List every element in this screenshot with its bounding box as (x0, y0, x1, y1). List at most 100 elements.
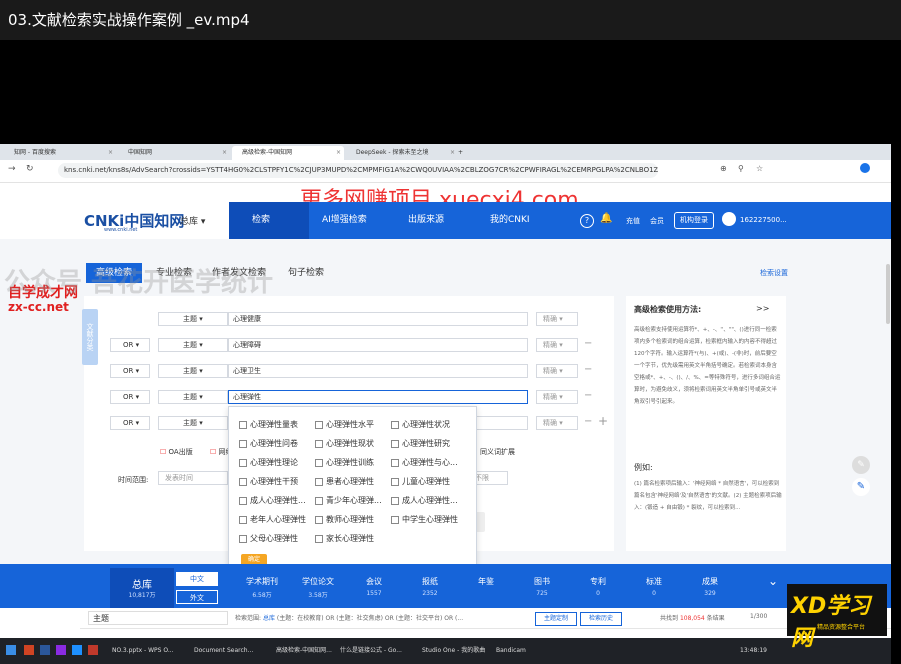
suggestion-item[interactable]: 家长心理弹性 (315, 533, 374, 544)
logic-select[interactable]: OR ▾ (110, 364, 150, 378)
match-select[interactable]: 精确 ▾ (536, 338, 578, 352)
remove-row-icon[interactable]: − (584, 364, 592, 375)
theme-custom-button[interactable]: 主题定制 (535, 612, 577, 626)
recharge-link[interactable]: 充值 (626, 216, 640, 226)
taskbar-item[interactable]: 高级检索-中国知网... (276, 644, 336, 658)
lang-chinese-tab[interactable]: 中文 (176, 572, 218, 586)
suggestion-item[interactable]: 父母心理弹性 (239, 533, 298, 544)
tab-sentence-search[interactable]: 句子检索 (288, 263, 324, 283)
taskbar-item[interactable]: NO.3.pptx - WPS O... (112, 644, 190, 658)
add-row-icon[interactable]: + (598, 414, 608, 428)
nav-my-cnki[interactable]: 我的CNKI (490, 202, 530, 239)
browser-tab[interactable]: DeepSeek - 探索未至之境 × (346, 146, 458, 160)
search-term-input[interactable]: 心理障碍 (228, 338, 528, 352)
avatar[interactable] (722, 212, 736, 226)
time-start-input[interactable]: 发表时间 (158, 471, 228, 485)
remove-row-icon[interactable]: − (584, 338, 592, 349)
star-icon[interactable]: ☆ (756, 164, 763, 173)
taskbar-item[interactable]: 什么是链接公式 - Go... (340, 644, 418, 658)
category-achievement[interactable]: 成果 (680, 576, 740, 587)
app-icon[interactable] (56, 645, 66, 655)
profile-icon[interactable] (860, 163, 870, 173)
search-term-input[interactable]: 心理卫生 (228, 364, 528, 378)
zongku-selector[interactable]: 总库 ▾ (180, 214, 205, 227)
app-icon[interactable] (72, 645, 82, 655)
logic-select[interactable]: OR ▾ (110, 390, 150, 404)
taskbar-item[interactable]: Document Search... (194, 644, 272, 658)
search-term-input-active[interactable]: 心理弹性 (228, 390, 528, 404)
match-select[interactable]: 精确 ▾ (536, 312, 578, 326)
search-term-input[interactable]: 心理健康 (228, 312, 528, 326)
category-patent[interactable]: 专利 (568, 576, 628, 587)
suggestion-item[interactable]: 成人心理弹性... (239, 495, 306, 506)
suggestion-item[interactable]: 患者心理弹性 (315, 476, 374, 487)
match-select[interactable]: 精确 ▾ (536, 390, 578, 404)
lang-foreign-tab[interactable]: 外文 (176, 590, 218, 604)
search-history-button[interactable]: 检索历史 (580, 612, 622, 626)
nav-sources[interactable]: 出版来源 (408, 202, 444, 239)
suggestion-item[interactable]: 青少年心理弹... (315, 495, 382, 506)
suggestion-item[interactable]: 教师心理弹性 (315, 514, 374, 525)
nav-ai-search[interactable]: AI增强检索 (322, 202, 367, 239)
app-icon[interactable] (88, 645, 98, 655)
start-icon[interactable] (6, 645, 16, 655)
institution-login-button[interactable]: 机构登录 (674, 212, 714, 229)
field-select[interactable]: 主题 ▾ (158, 416, 228, 430)
bell-icon[interactable]: 🔔 (600, 213, 612, 224)
chat-icon[interactable]: ✎ (852, 456, 870, 474)
install-icon[interactable]: ⊕ (720, 164, 727, 173)
zoom-icon[interactable]: ⚲ (738, 164, 744, 173)
close-icon[interactable]: × (336, 146, 341, 160)
remove-row-icon[interactable]: − (584, 390, 592, 401)
suggestion-item[interactable]: 心理弹性研究 (391, 438, 450, 449)
help-expand-icon[interactable]: >> (756, 304, 769, 313)
category-newspaper[interactable]: 报纸 (400, 576, 460, 587)
suggestion-item[interactable]: 中学生心理弹性 (391, 514, 458, 525)
app-icon[interactable] (40, 645, 50, 655)
category-standard[interactable]: 标准 (624, 576, 684, 587)
logic-select[interactable]: OR ▾ (110, 338, 150, 352)
remove-row-icon[interactable]: − (584, 416, 592, 427)
close-icon[interactable]: × (222, 146, 227, 160)
url-field[interactable]: kns.cnki.net/kns8s/AdvSearch?crossids=YS… (58, 163, 658, 178)
logic-select[interactable]: OR ▾ (110, 416, 150, 430)
category-journal[interactable]: 学术期刊 (232, 576, 292, 587)
option-synonym[interactable]: 同义词扩展 (480, 447, 515, 457)
search-settings-link[interactable]: 检索设置 (760, 263, 788, 283)
browser-tab-active[interactable]: 高级检索-中国知网 × (232, 146, 344, 160)
suggestion-item[interactable]: 心理弹性训练 (315, 457, 374, 468)
suggestion-item[interactable]: 心理弹性与心... (391, 457, 458, 468)
suggestion-item[interactable]: 心理弹性理论 (239, 457, 298, 468)
suggestion-item[interactable]: 心理弹性问卷 (239, 438, 298, 449)
suggestion-item[interactable]: 成人心理弹性... (391, 495, 458, 506)
help-icon[interactable]: ? (580, 214, 594, 228)
forward-icon[interactable]: → (8, 164, 16, 174)
suggestion-item[interactable]: 儿童心理弹性 (391, 476, 450, 487)
category-conference[interactable]: 会议 (344, 576, 404, 587)
app-icon[interactable] (24, 645, 34, 655)
new-tab-button[interactable]: + (455, 146, 469, 160)
option-oa[interactable]: ☐ OA出版 (160, 447, 193, 457)
category-yearbook[interactable]: 年鉴 (456, 576, 516, 587)
match-select[interactable]: 精确 ▾ (536, 416, 578, 430)
member-link[interactable]: 会员 (650, 216, 664, 226)
suggestion-item[interactable]: 心理弹性量表 (239, 419, 298, 430)
suggestion-item[interactable]: 心理弹性水平 (315, 419, 374, 430)
field-select[interactable]: 主题 ▾ (158, 312, 228, 326)
field-select[interactable]: 主题 ▾ (158, 364, 228, 378)
browser-tab[interactable]: 知网 - 百度搜索 × (4, 146, 116, 160)
close-icon[interactable]: × (108, 146, 113, 160)
browser-tab[interactable]: 中国知网 × (118, 146, 230, 160)
expand-categories-icon[interactable]: ⌄ (768, 574, 778, 588)
reload-icon[interactable]: ↻ (26, 164, 34, 174)
topic-filter[interactable]: 主题 (88, 611, 228, 625)
user-id[interactable]: 162227500... (740, 216, 787, 224)
suggestion-item[interactable]: 心理弹性现状 (315, 438, 374, 449)
scrollbar[interactable] (886, 264, 890, 324)
side-category-tab[interactable]: 文献分类 (82, 309, 98, 365)
taskbar-item[interactable]: Bandicam (496, 644, 546, 658)
category-thesis[interactable]: 学位论文 (288, 576, 348, 587)
field-select[interactable]: 主题 ▾ (158, 390, 228, 404)
nav-search[interactable]: 检索 (252, 202, 270, 239)
edit-icon[interactable]: ✎ (852, 478, 870, 496)
